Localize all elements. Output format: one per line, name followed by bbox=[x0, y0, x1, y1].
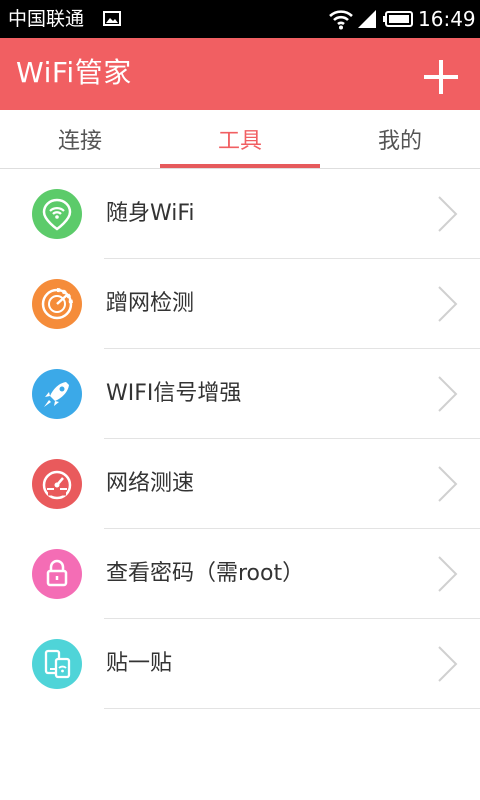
radar-icon bbox=[32, 279, 82, 329]
tool-list: 随身WiFi 蹭网检测 WIFI信号增强 网络测速 查看密码（需root） 贴一… bbox=[0, 169, 480, 709]
carrier-name: 中国联通 bbox=[8, 8, 85, 30]
tab-bar: 连接 工具 我的 bbox=[0, 110, 480, 169]
cell-signal-icon bbox=[358, 10, 376, 28]
chevron-right-icon bbox=[438, 196, 458, 232]
image-notification-icon bbox=[103, 11, 121, 26]
tool-item-view-password[interactable]: 查看密码（需root） bbox=[0, 529, 480, 619]
tool-label: 蹭网检测 bbox=[106, 291, 195, 316]
app-header: WiFi管家 bbox=[0, 38, 480, 110]
tool-item-tap-share[interactable]: 贴一贴 bbox=[0, 619, 480, 709]
tool-label: 随身WiFi bbox=[106, 201, 195, 226]
app-title: WiFi管家 bbox=[16, 56, 132, 89]
active-tab-indicator bbox=[160, 164, 320, 168]
tool-item-signal-boost[interactable]: WIFI信号增强 bbox=[0, 349, 480, 439]
tool-label: 查看密码（需root） bbox=[106, 561, 305, 586]
chevron-right-icon bbox=[438, 556, 458, 592]
chevron-right-icon bbox=[438, 286, 458, 322]
tab-connect[interactable]: 连接 bbox=[0, 110, 160, 168]
tool-item-speed-test[interactable]: 网络测速 bbox=[0, 439, 480, 529]
status-clock: 16:49 bbox=[418, 7, 476, 31]
lock-icon bbox=[32, 549, 82, 599]
tool-label: 贴一贴 bbox=[106, 651, 173, 676]
tab-tools[interactable]: 工具 bbox=[160, 110, 320, 168]
wifi-signal-icon bbox=[329, 10, 353, 30]
speedometer-icon bbox=[32, 459, 82, 509]
tab-mine[interactable]: 我的 bbox=[320, 110, 480, 168]
tool-item-freeloader-detect[interactable]: 蹭网检测 bbox=[0, 259, 480, 349]
status-bar: 中国联通 16:49 bbox=[0, 0, 480, 38]
rocket-icon bbox=[32, 369, 82, 419]
chevron-right-icon bbox=[438, 376, 458, 412]
battery-icon bbox=[383, 11, 413, 27]
add-icon[interactable] bbox=[424, 60, 458, 94]
tool-label: WIFI信号增强 bbox=[106, 381, 242, 406]
chevron-right-icon bbox=[438, 646, 458, 682]
tool-item-portable-wifi[interactable]: 随身WiFi bbox=[0, 169, 480, 259]
phone-tap-icon bbox=[32, 639, 82, 689]
location-wifi-icon bbox=[32, 189, 82, 239]
chevron-right-icon bbox=[438, 466, 458, 502]
divider bbox=[104, 708, 480, 709]
tool-label: 网络测速 bbox=[106, 471, 195, 496]
